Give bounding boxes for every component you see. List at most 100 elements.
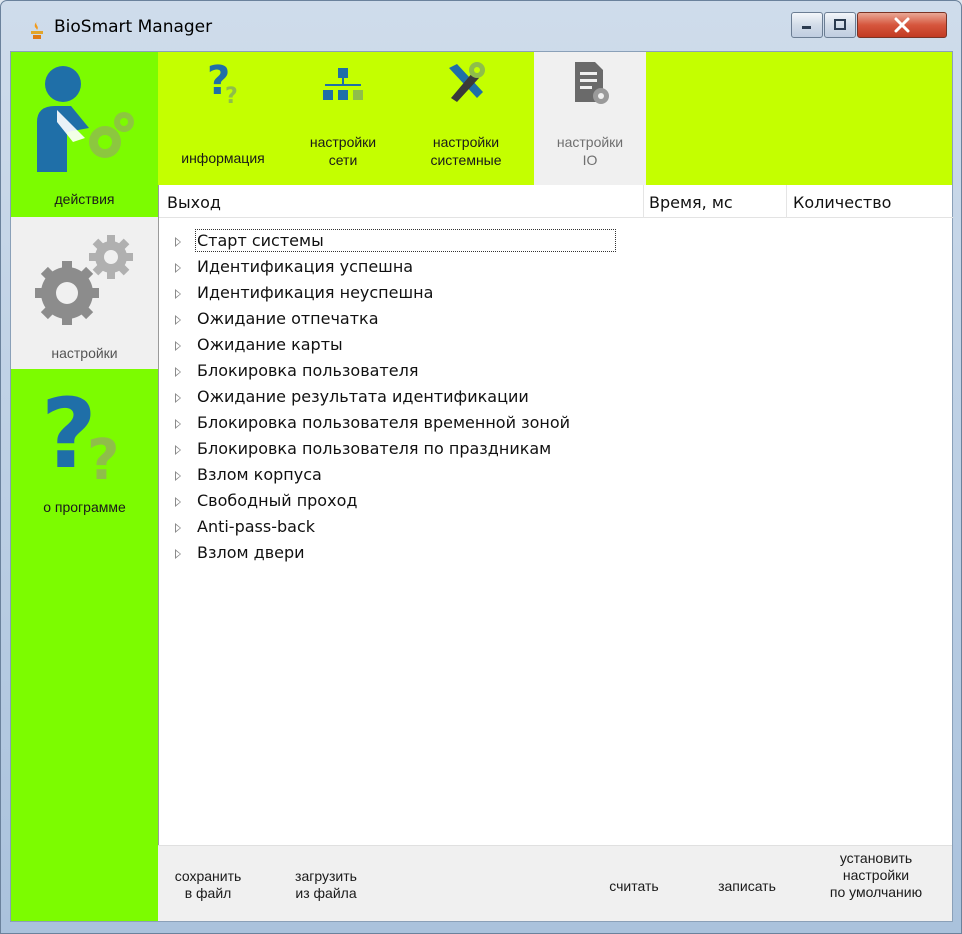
- button-label: считать: [609, 878, 659, 894]
- title-bar[interactable]: BioSmart Manager: [1, 1, 961, 51]
- gears-icon: [35, 235, 133, 325]
- expand-arrow-icon[interactable]: [175, 549, 181, 559]
- button-label: записать: [718, 878, 776, 894]
- expand-arrow-icon[interactable]: [175, 497, 181, 507]
- table-row[interactable]: Взлом двери: [159, 543, 953, 569]
- table-row[interactable]: Ожидание результата идентификации: [159, 387, 953, 413]
- action-bar: сохранить в файл загрузить из файла счит…: [158, 845, 952, 921]
- load-from-file-button[interactable]: загрузить из файла: [280, 868, 372, 902]
- minimize-icon: [802, 26, 811, 29]
- table-row[interactable]: Блокировка пользователя временной зоной: [159, 413, 953, 439]
- write-button[interactable]: записать: [702, 878, 792, 895]
- document-settings-icon: [575, 62, 609, 104]
- table-row[interactable]: Блокировка пользователя по праздникам: [159, 439, 953, 465]
- tab-label: сети: [328, 152, 358, 168]
- network-icon: [323, 68, 363, 100]
- button-label: загрузить: [295, 868, 357, 884]
- sidebar-item-settings[interactable]: настройки: [11, 217, 158, 369]
- app-logo-icon: [31, 21, 43, 39]
- column-header-time[interactable]: Время, мс: [649, 193, 733, 212]
- table-row[interactable]: Свободный проход: [159, 491, 953, 517]
- table-row[interactable]: Anti-pass-back: [159, 517, 953, 543]
- tab-label: информация: [181, 150, 265, 166]
- expand-arrow-icon[interactable]: [175, 523, 181, 533]
- expand-arrow-icon[interactable]: [175, 237, 181, 247]
- row-label: Идентификация успешна: [197, 257, 414, 276]
- tab-io-settings[interactable]: настройки IO: [534, 52, 646, 185]
- expand-arrow-icon[interactable]: [175, 263, 181, 273]
- row-label: Ожидание карты: [197, 335, 343, 354]
- row-label: Ожидание результата идентификации: [197, 387, 529, 406]
- table-row[interactable]: Взлом корпуса: [159, 465, 953, 491]
- expand-arrow-icon[interactable]: [175, 341, 181, 351]
- tab-label: настройки: [432, 134, 500, 150]
- close-icon: [894, 17, 910, 33]
- question-icon: ? ?: [41, 381, 119, 481]
- svg-text:?: ?: [87, 428, 119, 481]
- io-settings-table: Выход Время, мс Количество Старт системы…: [158, 185, 953, 845]
- table-row[interactable]: Идентификация неуспешна: [159, 283, 953, 309]
- user-gear-icon: [37, 66, 134, 172]
- expand-arrow-icon[interactable]: [175, 393, 181, 403]
- button-label: по умолчанию: [829, 884, 923, 900]
- svg-text:?: ?: [225, 84, 238, 104]
- row-label: Свободный проход: [197, 491, 358, 510]
- expand-arrow-icon[interactable]: [175, 315, 181, 325]
- toolbar-tabs: ? ? информация настройки сети настройки …: [158, 52, 952, 185]
- read-button[interactable]: считать: [594, 878, 674, 895]
- sidebar: действия настройки ? ? о программе: [11, 52, 158, 921]
- table-row[interactable]: Ожидание отпечатка: [159, 309, 953, 335]
- save-to-file-button[interactable]: сохранить в файл: [166, 868, 250, 902]
- row-label: Anti-pass-back: [197, 517, 316, 536]
- sidebar-item-label: о программе: [43, 499, 126, 515]
- sidebar-item-label: действия: [54, 191, 115, 207]
- expand-arrow-icon[interactable]: [175, 289, 181, 299]
- maximize-button[interactable]: [824, 12, 856, 38]
- button-label: в файл: [184, 885, 232, 901]
- row-label: Взлом двери: [197, 543, 305, 562]
- tab-system-settings[interactable]: настройки системные: [408, 52, 524, 185]
- expand-arrow-icon[interactable]: [175, 445, 181, 455]
- row-label: Старт системы: [195, 229, 616, 252]
- window-title: BioSmart Manager: [54, 17, 213, 37]
- table-header: Выход Время, мс Количество: [159, 185, 953, 218]
- row-label: Взлом корпуса: [197, 465, 322, 484]
- sidebar-item-about[interactable]: ? ? о программе: [11, 369, 158, 529]
- expand-arrow-icon[interactable]: [175, 367, 181, 377]
- reset-defaults-button[interactable]: установить настройки по умолчанию: [812, 850, 940, 901]
- maximize-icon: [834, 19, 846, 30]
- close-button[interactable]: [857, 12, 947, 38]
- column-header-output[interactable]: Выход: [167, 193, 221, 212]
- tab-label: настройки: [556, 134, 624, 150]
- tab-network-settings[interactable]: настройки сети: [288, 52, 398, 185]
- tab-label: системные: [430, 152, 502, 168]
- sidebar-item-label: настройки: [51, 345, 118, 361]
- tab-information[interactable]: ? ? информация: [168, 52, 278, 185]
- column-divider[interactable]: [786, 185, 787, 218]
- tools-icon: [449, 62, 485, 102]
- table-row[interactable]: Идентификация успешна: [159, 257, 953, 283]
- table-row[interactable]: Старт системы: [159, 229, 953, 257]
- row-label: Идентификация неуспешна: [197, 283, 434, 302]
- button-label: сохранить: [174, 868, 242, 884]
- column-header-count[interactable]: Количество: [793, 193, 891, 212]
- button-label: настройки: [842, 867, 910, 883]
- minimize-button[interactable]: [791, 12, 823, 38]
- row-label: Блокировка пользователя по праздникам: [197, 439, 552, 458]
- tab-label: IO: [582, 152, 598, 168]
- table-row[interactable]: Ожидание карты: [159, 335, 953, 361]
- expand-arrow-icon[interactable]: [175, 419, 181, 429]
- button-label: из файла: [295, 885, 357, 901]
- row-label: Ожидание отпечатка: [197, 309, 379, 328]
- table-row[interactable]: Блокировка пользователя: [159, 361, 953, 387]
- row-label: Блокировка пользователя: [197, 361, 419, 380]
- expand-arrow-icon[interactable]: [175, 471, 181, 481]
- app-window: BioSmart Manager действия настройки ? ? …: [0, 0, 962, 934]
- tab-label: настройки: [309, 134, 377, 150]
- button-label: установить: [839, 850, 913, 866]
- column-divider[interactable]: [643, 185, 644, 218]
- client-area: действия настройки ? ? о программе ? ? и…: [10, 51, 953, 922]
- sidebar-item-actions[interactable]: действия: [11, 52, 158, 217]
- question-icon: ? ?: [207, 60, 238, 104]
- row-label: Блокировка пользователя временной зоной: [197, 413, 571, 432]
